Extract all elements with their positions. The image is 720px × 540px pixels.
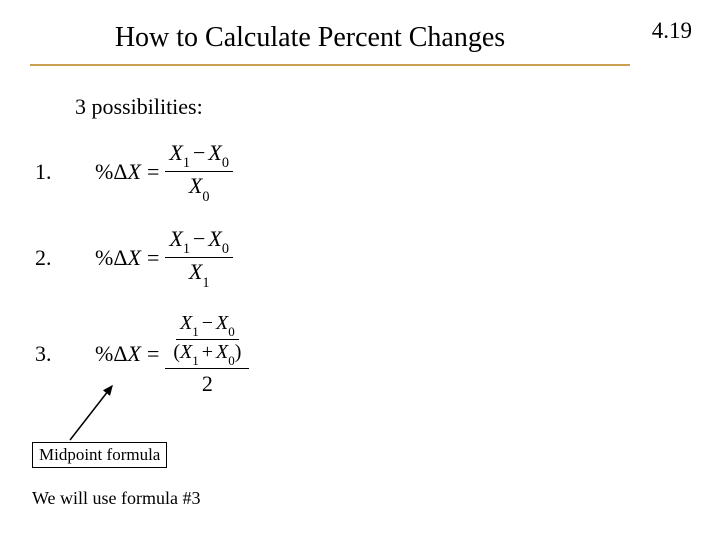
delta-symbol: Δ (113, 341, 127, 366)
var-x: X (189, 259, 202, 284)
numerator: X1−X0 (165, 140, 233, 172)
subscript: 0 (228, 324, 235, 339)
inner-numerator: X1−X0 (176, 312, 239, 340)
list-item: 2. %ΔX = X1−X0 X1 (35, 226, 720, 290)
minus-sign: − (202, 312, 213, 334)
midpoint-label-box: Midpoint formula (32, 442, 167, 468)
numerator: X1−X0 (165, 226, 233, 258)
formula-lhs: %ΔX (95, 159, 141, 185)
equals-sign: = (147, 245, 159, 271)
subscript: 0 (202, 189, 209, 205)
plus-sign: + (202, 341, 213, 363)
item-number: 1. (35, 159, 95, 185)
delta-symbol: Δ (113, 159, 127, 184)
var-x: X (216, 312, 228, 334)
right-paren: ) (235, 341, 242, 363)
formula: %ΔX = X1−X0 (X1+X0) 2 (95, 312, 249, 397)
numerator: X1−X0 (X1+X0) (165, 312, 249, 369)
subscript: 1 (202, 275, 209, 291)
var-x: X (180, 341, 192, 363)
item-number: 2. (35, 245, 95, 271)
var-x: X (169, 140, 182, 165)
subtitle: 3 possibilities: (75, 94, 720, 120)
percent-sign: % (95, 341, 113, 366)
title-divider (30, 64, 630, 66)
equals-sign: = (147, 341, 159, 367)
fraction: X1−X0 (X1+X0) 2 (165, 312, 249, 397)
fraction: X1−X0 X0 (165, 140, 233, 204)
var-x: X (169, 226, 182, 251)
formula-lhs: %ΔX (95, 341, 141, 367)
equals-sign: = (147, 159, 159, 185)
formula-lhs: %ΔX (95, 245, 141, 271)
minus-sign: − (193, 226, 205, 251)
var-x: X (180, 312, 192, 334)
var-x: X (189, 173, 202, 198)
subscript: 1 (183, 155, 190, 171)
var-x: X (127, 159, 140, 184)
page-title: How to Calculate Percent Changes (30, 0, 590, 64)
var-x: X (127, 341, 140, 366)
percent-sign: % (95, 159, 113, 184)
page-number: 4.19 (652, 18, 692, 44)
list-item: 1. %ΔX = X1−X0 X0 (35, 140, 720, 204)
var-x: X (208, 140, 221, 165)
var-x: X (216, 341, 228, 363)
inner-denominator: (X1+X0) (169, 340, 245, 367)
subscript: 0 (228, 353, 235, 368)
formula-list: 1. %ΔX = X1−X0 X0 2. %ΔX = X1−X0 X1 3. %… (35, 140, 720, 397)
subscript: 1 (183, 241, 190, 257)
formula: %ΔX = X1−X0 X0 (95, 140, 233, 204)
denominator: X1 (185, 258, 214, 289)
delta-symbol: Δ (113, 245, 127, 270)
subscript: 1 (192, 353, 199, 368)
denominator: 2 (198, 369, 217, 397)
item-number: 3. (35, 341, 95, 367)
minus-sign: − (193, 140, 205, 165)
inner-fraction: X1−X0 (X1+X0) (169, 312, 245, 367)
subscript: 1 (192, 324, 199, 339)
percent-sign: % (95, 245, 113, 270)
fraction: X1−X0 X1 (165, 226, 233, 290)
denominator: X0 (185, 172, 214, 203)
footnote: We will use formula #3 (32, 488, 201, 509)
var-x: X (127, 245, 140, 270)
formula: %ΔX = X1−X0 X1 (95, 226, 233, 290)
var-x: X (208, 226, 221, 251)
subscript: 0 (222, 155, 229, 171)
list-item: 3. %ΔX = X1−X0 (X1+X0) 2 (35, 312, 720, 397)
subscript: 0 (222, 241, 229, 257)
